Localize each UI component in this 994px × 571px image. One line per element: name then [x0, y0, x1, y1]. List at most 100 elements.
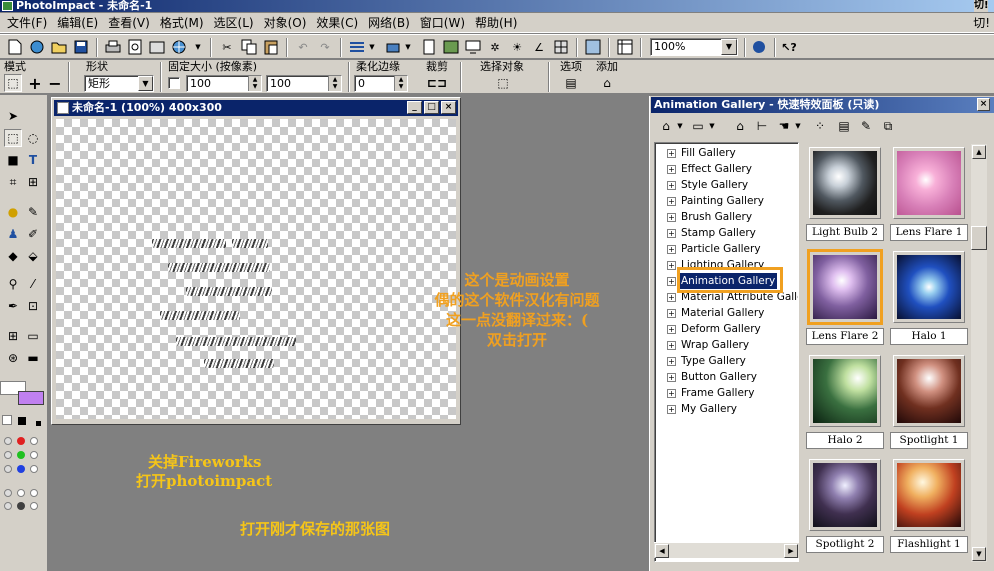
sun-icon[interactable]: ☀	[508, 38, 526, 56]
frame-tool-icon[interactable]: ▭	[24, 327, 42, 345]
gallery-library-icon[interactable]: ⌂	[731, 117, 749, 135]
paste-icon[interactable]	[262, 38, 280, 56]
expand-icon[interactable]: +	[667, 229, 676, 238]
link-tool-icon[interactable]: ⊛	[4, 349, 22, 367]
retouch-tool-icon[interactable]: ✐	[24, 225, 42, 243]
width-field[interactable]: 100 ▲ ▼	[186, 75, 262, 92]
app-title-right-label[interactable]: 切!	[974, 0, 989, 12]
cut-icon[interactable]: ✂	[218, 38, 236, 56]
context-help-icon[interactable]: ↖?	[780, 38, 798, 56]
menu-help[interactable]: 帮助(H)	[470, 14, 522, 32]
menu-edit[interactable]: 编辑(E)	[52, 14, 103, 32]
menu-file[interactable]: 文件(F)	[2, 14, 52, 32]
pen-tool-icon[interactable]: ✒	[4, 297, 22, 315]
gallery-tray-icon[interactable]: ▭	[689, 117, 707, 135]
brightness-buttons[interactable]	[2, 487, 44, 513]
table-tool-icon[interactable]: ⊞	[4, 327, 22, 345]
object-icon[interactable]	[384, 38, 402, 56]
angle-icon[interactable]: ∠	[530, 38, 548, 56]
thumbnail-spotlight-1[interactable]: Spotlight 1	[890, 352, 968, 452]
minimize-button[interactable]: _	[407, 101, 422, 114]
expand-icon[interactable]: +	[667, 325, 676, 334]
expand-icon[interactable]: +	[667, 197, 676, 206]
color-mode-icon[interactable]	[36, 421, 41, 426]
panel-title-bar[interactable]: Animation Gallery - 快速特效面板 (只读) ×	[651, 97, 994, 113]
add-to-gallery-icon[interactable]: ⌂	[598, 74, 616, 92]
dropdown-arrow-icon[interactable]: ▼	[192, 38, 204, 56]
thumbnails-vertical-scrollbar[interactable]: ▲ ▼	[971, 144, 987, 562]
stamp-tool-icon[interactable]: ♟	[4, 225, 22, 243]
gallery-grid-icon[interactable]: ⁘	[811, 117, 829, 135]
new-file-icon[interactable]	[6, 38, 24, 56]
print-preview-icon[interactable]	[126, 38, 144, 56]
scroll-thumb[interactable]	[971, 226, 987, 250]
palette-icon[interactable]	[584, 38, 602, 56]
height-spinner-icon[interactable]: ▲ ▼	[328, 76, 341, 91]
expand-icon[interactable]: +	[667, 149, 676, 158]
scroll-left-icon[interactable]: ◀	[655, 544, 669, 558]
close-button[interactable]: ×	[441, 101, 456, 114]
image-icon[interactable]	[442, 38, 460, 56]
selection-tool-icon[interactable]: ⬚	[4, 129, 22, 147]
object-dropdown-icon[interactable]: ▼	[402, 38, 414, 56]
menu-web[interactable]: 网络(B)	[363, 14, 415, 32]
save-icon[interactable]	[72, 38, 90, 56]
expand-icon[interactable]: +	[667, 261, 676, 270]
path-tool-icon[interactable]: ⊡	[24, 297, 42, 315]
text-tool-icon[interactable]: T	[24, 151, 42, 169]
expand-icon[interactable]: +	[667, 181, 676, 190]
gallery-tray-dropdown-icon[interactable]: ▼	[707, 117, 717, 135]
expand-icon[interactable]: +	[667, 293, 676, 302]
grid-icon[interactable]	[552, 38, 570, 56]
eyedropper-tool-icon[interactable]: ⁄	[24, 275, 42, 293]
swap-colors-icon[interactable]	[18, 417, 26, 425]
print-icon[interactable]	[104, 38, 122, 56]
gallery-info-icon[interactable]: ▤	[835, 117, 853, 135]
options-icon[interactable]: ▤	[562, 74, 580, 92]
zoom-tool-icon[interactable]: ⚲	[4, 275, 22, 293]
pick-tool-icon[interactable]: ➤	[4, 107, 22, 125]
web-icon[interactable]	[170, 38, 188, 56]
redo-icon[interactable]: ↷	[316, 38, 334, 56]
scan-icon[interactable]	[148, 38, 166, 56]
expand-icon[interactable]: +	[667, 389, 676, 398]
brush-tool-icon[interactable]: ✎	[24, 203, 42, 221]
scroll-right-icon[interactable]: ▶	[784, 544, 798, 558]
thumbnail-lens-flare-1[interactable]: Lens Flare 1	[890, 144, 968, 244]
color-channel-buttons[interactable]	[2, 435, 44, 477]
thumbnail-light-bulb-2[interactable]: Light Bulb 2	[806, 144, 884, 244]
subtract-selection-icon[interactable]: −	[46, 74, 64, 93]
eraser-tool-icon[interactable]: ◆	[4, 247, 22, 265]
new-selection-icon[interactable]: ⬚	[4, 74, 22, 92]
ruler-tool-icon[interactable]: ▬	[24, 349, 42, 367]
add-selection-icon[interactable]: +	[26, 74, 44, 93]
feather-spinner-icon[interactable]: ▲ ▼	[394, 76, 407, 91]
zoom-dropdown-icon[interactable]: ▼	[721, 39, 737, 55]
expand-icon[interactable]: +	[667, 277, 676, 286]
expand-icon[interactable]: +	[667, 373, 676, 382]
panel-icon[interactable]	[616, 38, 634, 56]
expand-icon[interactable]: +	[667, 309, 676, 318]
shape-select[interactable]: 矩形 ▼	[84, 75, 154, 92]
panel-close-button[interactable]: ×	[977, 98, 990, 111]
scroll-down-icon[interactable]: ▼	[972, 547, 986, 561]
feather-field[interactable]: 0 ▲ ▼	[354, 75, 408, 92]
gallery-home-icon[interactable]: ⌂	[657, 117, 675, 135]
thumbnail-flashlight-1[interactable]: Flashlight 1	[890, 456, 968, 556]
menu-object[interactable]: 对象(O)	[259, 14, 312, 32]
thumbnail-lens-flare-2[interactable]: Lens Flare 2	[806, 248, 884, 348]
select-object-icon[interactable]: ⬚	[494, 74, 512, 92]
menu-effect[interactable]: 效果(C)	[311, 14, 363, 32]
open-folder-icon[interactable]	[50, 38, 68, 56]
menu-selection[interactable]: 选区(L)	[209, 14, 259, 32]
layers-icon[interactable]	[348, 38, 366, 56]
gallery-edit-icon[interactable]: ✎	[857, 117, 875, 135]
shape-dropdown-icon[interactable]: ▼	[138, 76, 153, 91]
zoom-select[interactable]: 100% ▼	[650, 38, 738, 56]
secondary-color-swatch[interactable]	[18, 391, 44, 405]
gallery-hand-icon[interactable]: ☚	[775, 117, 793, 135]
scroll-up-icon[interactable]: ▲	[972, 145, 986, 159]
screen-icon[interactable]	[464, 38, 482, 56]
thumbnail-halo-2[interactable]: Halo 2	[806, 352, 884, 452]
default-colors-icon[interactable]	[2, 415, 12, 425]
